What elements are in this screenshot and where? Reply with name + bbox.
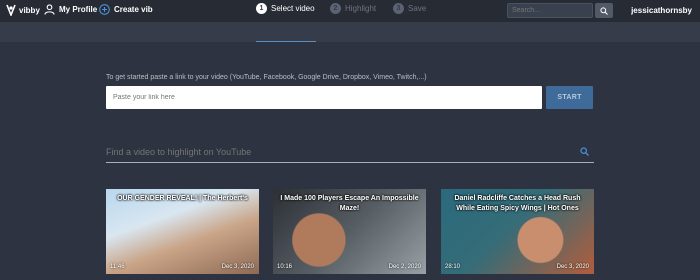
video-link-input[interactable]	[106, 86, 542, 109]
video-duration: 10:16	[277, 264, 293, 270]
video-title: OUR GENDER REVEAL! | The Herbert's	[117, 195, 248, 202]
step-save: 3 Save	[393, 3, 426, 14]
video-date: Dec 3, 2020	[556, 264, 589, 270]
vibby-logo-icon	[6, 4, 16, 16]
search-icon[interactable]	[580, 147, 589, 156]
step-select-video[interactable]: 1 Select video	[256, 3, 315, 14]
youtube-search-underline	[106, 162, 594, 163]
step-highlight: 2 Highlight	[330, 3, 376, 14]
video-card[interactable]: Daniel Radcliffe Catches a Head Rush Whi…	[441, 189, 594, 274]
username-menu[interactable]: jessicathornsby	[631, 6, 692, 15]
my-profile-label: My Profile	[59, 5, 98, 14]
brand-name: vibby	[19, 5, 40, 15]
step-label: Save	[408, 4, 427, 13]
user-icon	[44, 4, 55, 15]
youtube-search-input[interactable]	[106, 144, 576, 160]
start-button[interactable]: START	[546, 86, 593, 109]
step-label: Select video	[271, 4, 315, 13]
my-profile-link[interactable]: My Profile	[44, 4, 97, 15]
steps-bar	[0, 22, 700, 42]
step-number: 2	[330, 3, 341, 14]
video-card[interactable]: I Made 100 Players Escape An Impossible …	[273, 189, 426, 274]
step-number: 1	[256, 3, 267, 14]
link-hint: To get started paste a link to your vide…	[106, 74, 427, 81]
video-duration: 28:10	[445, 264, 461, 270]
create-vib-link[interactable]: Create vib	[99, 4, 153, 15]
create-vib-label: Create vib	[114, 5, 153, 14]
search-button[interactable]	[595, 3, 613, 18]
video-date: Dec 2, 2020	[388, 264, 421, 270]
video-duration: 11:46	[110, 264, 125, 270]
video-card[interactable]: OUR GENDER REVEAL! | The Herbert's 11:46…	[106, 189, 259, 274]
plus-circle-icon	[99, 4, 110, 15]
step-label: Highlight	[345, 4, 377, 13]
video-title: Daniel Radcliffe Catches a Head Rush Whi…	[454, 195, 581, 212]
video-title: I Made 100 Players Escape An Impossible …	[280, 195, 419, 212]
search-input[interactable]	[507, 3, 593, 18]
brand-logo[interactable]: vibby	[6, 4, 40, 16]
search-icon	[600, 6, 608, 15]
step-number: 3	[393, 3, 404, 14]
video-date: Dec 3, 2020	[221, 264, 254, 270]
active-step-indicator	[256, 41, 316, 42]
